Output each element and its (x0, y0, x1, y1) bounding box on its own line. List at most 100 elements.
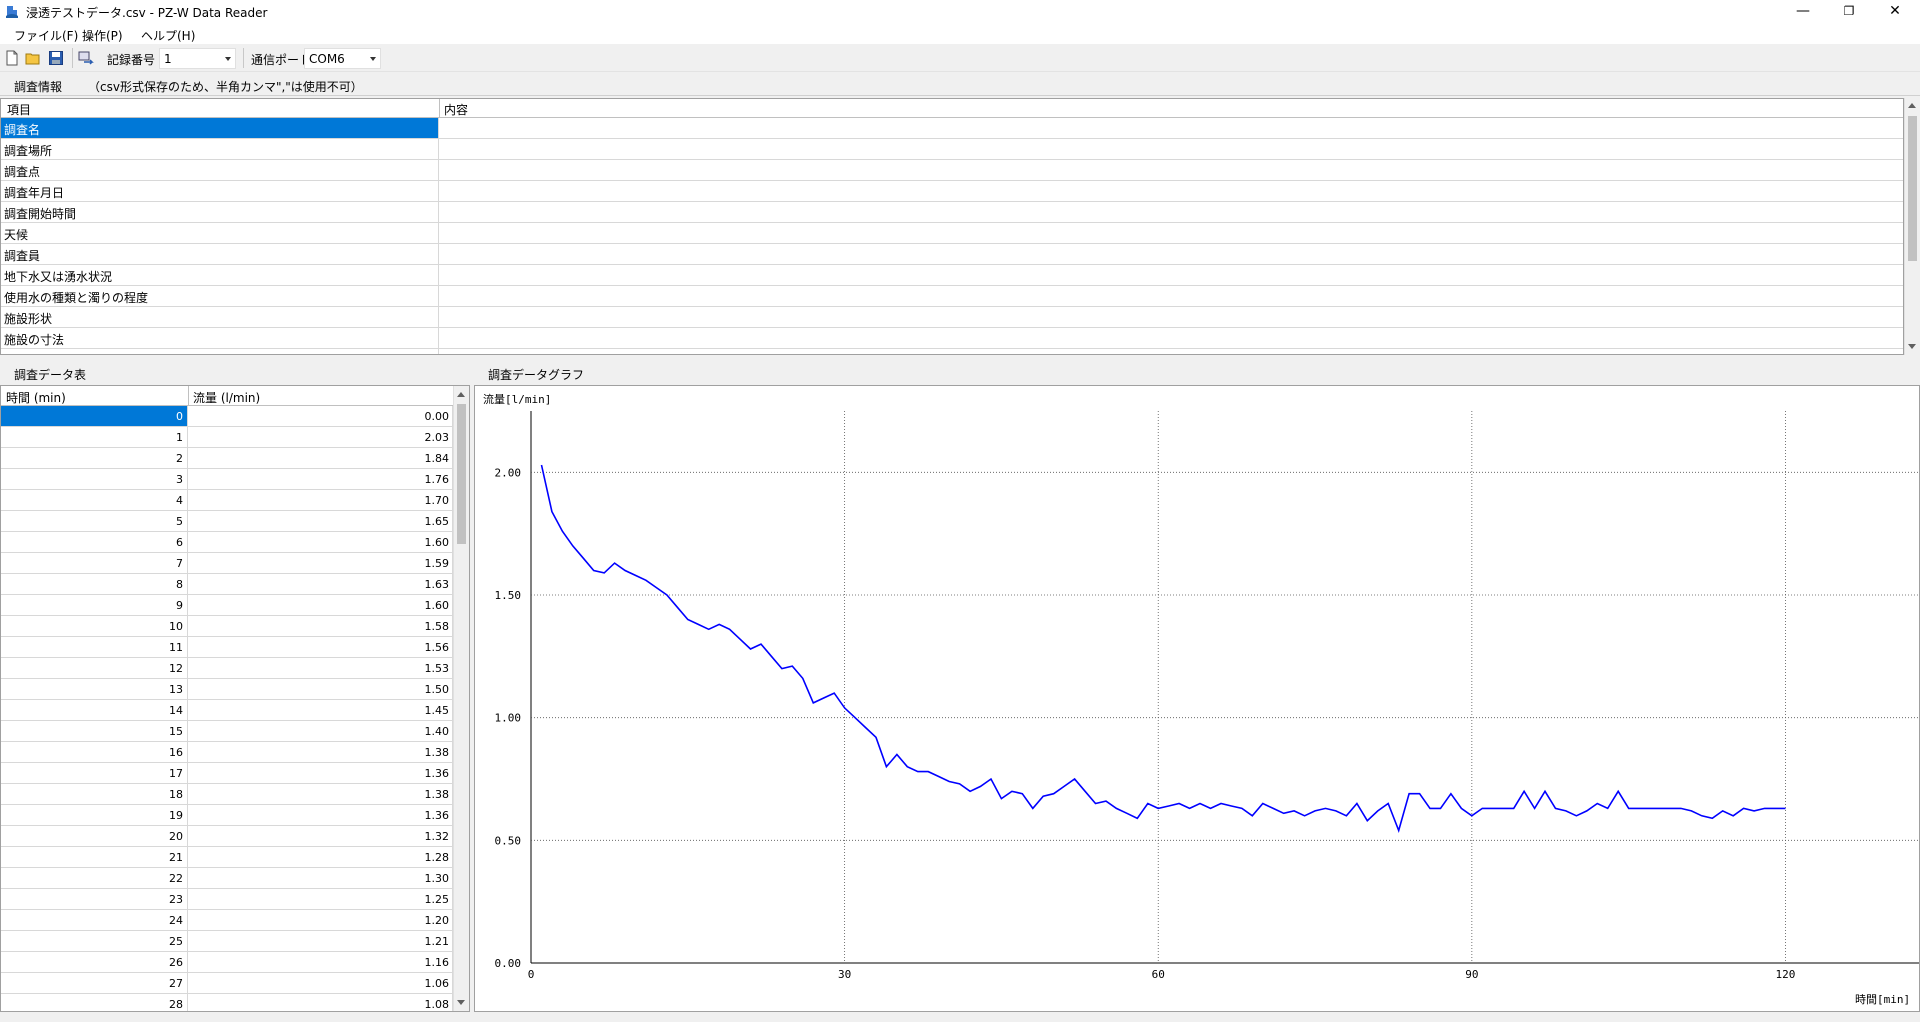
flow-cell[interactable]: 1.63 (189, 574, 453, 594)
time-cell[interactable]: 7 (1, 553, 188, 573)
flow-cell[interactable]: 1.25 (189, 889, 453, 909)
table-row[interactable]: 21 1.28 (1, 847, 453, 868)
table-row[interactable]: 7 1.59 (1, 553, 453, 574)
table-row[interactable]: 0 0.00 (1, 406, 453, 427)
info-item-cell[interactable]: 調査開始時間 (1, 202, 439, 222)
survey-info-grid[interactable]: 項目 内容 調査名 調査場所 調査点 調査年月日 調査開始時間 天候 調査員 地下水又は湧水状… (0, 98, 1904, 355)
time-cell[interactable]: 12 (1, 658, 188, 678)
flow-cell[interactable]: 1.53 (189, 658, 453, 678)
table-row[interactable]: 4 1.70 (1, 490, 453, 511)
table-row[interactable]: 9 1.60 (1, 595, 453, 616)
flow-cell[interactable]: 1.16 (189, 952, 453, 972)
info-row[interactable]: 地下水又は湧水状況 (1, 265, 1903, 286)
time-cell[interactable]: 9 (1, 595, 188, 615)
time-cell[interactable]: 28 (1, 994, 188, 1011)
flow-cell[interactable]: 1.50 (189, 679, 453, 699)
table-row[interactable]: 13 1.50 (1, 679, 453, 700)
flow-cell[interactable]: 1.60 (189, 532, 453, 552)
flow-cell[interactable]: 1.30 (189, 868, 453, 888)
table-row[interactable]: 3 1.76 (1, 469, 453, 490)
time-cell[interactable]: 19 (1, 805, 188, 825)
info-item-cell[interactable]: 浸透面 (1, 349, 439, 354)
flow-cell[interactable]: 1.70 (189, 490, 453, 510)
info-row[interactable]: 調査点 (1, 160, 1903, 181)
info-row[interactable]: 施設の寸法 (1, 328, 1903, 349)
flow-cell[interactable]: 1.36 (189, 763, 453, 783)
info-content-cell[interactable] (440, 118, 1903, 138)
time-cell[interactable]: 22 (1, 868, 188, 888)
info-content-cell[interactable] (440, 202, 1903, 222)
info-content-cell[interactable] (440, 244, 1903, 264)
info-item-cell[interactable]: 調査名 (1, 118, 439, 138)
table-scrollbar[interactable] (453, 386, 469, 1011)
time-cell[interactable]: 3 (1, 469, 188, 489)
info-content-cell[interactable] (440, 307, 1903, 327)
info-row[interactable]: 使用水の種類と濁りの程度 (1, 286, 1903, 307)
info-row[interactable]: 施設形状 (1, 307, 1903, 328)
info-row[interactable]: 調査名 (1, 118, 1903, 139)
info-item-cell[interactable]: 施設の寸法 (1, 328, 439, 348)
save-icon[interactable] (48, 50, 64, 66)
flow-cell[interactable]: 2.03 (189, 427, 453, 447)
info-item-cell[interactable]: 天候 (1, 223, 439, 243)
scrollbar-thumb[interactable] (1908, 116, 1917, 261)
info-item-cell[interactable]: 調査年月日 (1, 181, 439, 201)
flow-cell[interactable]: 1.08 (189, 994, 453, 1011)
info-item-cell[interactable]: 使用水の種類と濁りの程度 (1, 286, 439, 306)
scroll-up-icon[interactable] (457, 392, 465, 397)
info-item-cell[interactable]: 調査員 (1, 244, 439, 264)
info-row[interactable]: 調査年月日 (1, 181, 1903, 202)
table-row[interactable]: 24 1.20 (1, 910, 453, 931)
table-row[interactable]: 6 1.60 (1, 532, 453, 553)
table-row[interactable]: 12 1.53 (1, 658, 453, 679)
table-row[interactable]: 18 1.38 (1, 784, 453, 805)
flow-cell[interactable]: 1.21 (189, 931, 453, 951)
flow-cell[interactable]: 1.58 (189, 616, 453, 636)
table-row[interactable]: 11 1.56 (1, 637, 453, 658)
flow-cell[interactable]: 1.38 (189, 742, 453, 762)
new-file-icon[interactable] (4, 50, 20, 66)
port-combo[interactable]: COM6 (304, 48, 381, 69)
table-row[interactable]: 10 1.58 (1, 616, 453, 637)
flow-cell[interactable]: 1.76 (189, 469, 453, 489)
scroll-up-icon[interactable] (1908, 103, 1916, 108)
info-content-cell[interactable] (440, 328, 1903, 348)
time-cell[interactable]: 26 (1, 952, 188, 972)
flow-cell[interactable]: 0.00 (189, 406, 453, 426)
table-row[interactable]: 22 1.30 (1, 868, 453, 889)
flow-cell[interactable]: 1.28 (189, 847, 453, 867)
info-content-cell[interactable] (440, 349, 1903, 354)
table-row[interactable]: 8 1.63 (1, 574, 453, 595)
scrollbar-thumb[interactable] (457, 404, 466, 544)
time-cell[interactable]: 16 (1, 742, 188, 762)
time-cell[interactable]: 24 (1, 910, 188, 930)
time-cell[interactable]: 4 (1, 490, 188, 510)
info-row[interactable]: 調査開始時間 (1, 202, 1903, 223)
table-row[interactable]: 25 1.21 (1, 931, 453, 952)
minimize-button[interactable]: — (1780, 0, 1826, 24)
time-cell[interactable]: 13 (1, 679, 188, 699)
info-item-cell[interactable]: 施設形状 (1, 307, 439, 327)
close-button[interactable]: ✕ (1872, 0, 1918, 24)
table-row[interactable]: 1 2.03 (1, 427, 453, 448)
table-row[interactable]: 27 1.06 (1, 973, 453, 994)
time-cell[interactable]: 11 (1, 637, 188, 657)
transfer-icon[interactable] (78, 50, 94, 66)
survey-info-scrollbar[interactable] (1904, 98, 1920, 355)
info-row[interactable]: 浸透面 (1, 349, 1903, 354)
table-row[interactable]: 20 1.32 (1, 826, 453, 847)
info-content-cell[interactable] (440, 160, 1903, 180)
flow-cell[interactable]: 1.38 (189, 784, 453, 804)
flow-cell[interactable]: 1.59 (189, 553, 453, 573)
flow-cell[interactable]: 1.32 (189, 826, 453, 846)
survey-info-tab[interactable]: 調査情報 (14, 78, 62, 95)
table-row[interactable]: 16 1.38 (1, 742, 453, 763)
time-cell[interactable]: 1 (1, 427, 188, 447)
table-row[interactable]: 2 1.84 (1, 448, 453, 469)
info-content-cell[interactable] (440, 139, 1903, 159)
time-cell[interactable]: 14 (1, 700, 188, 720)
time-cell[interactable]: 23 (1, 889, 188, 909)
time-cell[interactable]: 0 (1, 406, 188, 426)
restore-button[interactable]: ❐ (1826, 0, 1872, 24)
flow-cell[interactable]: 1.40 (189, 721, 453, 741)
